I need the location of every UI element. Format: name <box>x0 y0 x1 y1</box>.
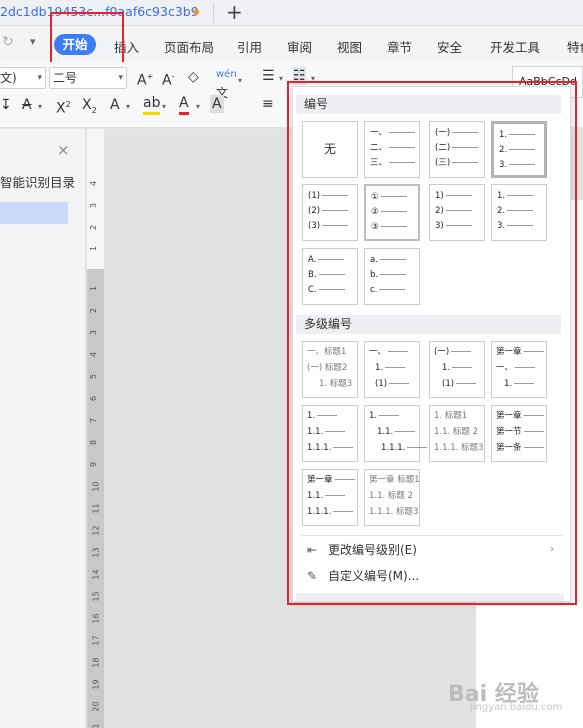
eraser-icon[interactable]: ◇ <box>188 68 199 86</box>
chevron-down-icon[interactable]: ▾ <box>38 102 42 111</box>
ruler-number: 4 <box>89 351 99 358</box>
ruler-number: 14 <box>91 569 101 580</box>
shrink-font-icon[interactable]: A- <box>162 68 174 90</box>
bullet-list-icon[interactable]: ☰ <box>262 67 275 85</box>
ruler-number: 6 <box>89 395 99 402</box>
highlight-color-icon[interactable]: ab <box>143 94 161 115</box>
bold-icon[interactable]: ↧ <box>0 96 12 114</box>
text-effect-icon[interactable]: A <box>110 96 120 114</box>
tab-page-layout[interactable]: 页面布局 <box>164 37 214 56</box>
tab-features[interactable]: 特色 <box>567 37 583 56</box>
ruler-number: 12 <box>91 525 101 536</box>
ruler-number: 15 <box>91 591 101 602</box>
ruler-number: 9 <box>89 461 99 468</box>
start-tab-highlight-box <box>50 12 124 64</box>
chevron-down-icon[interactable]: ▾ <box>279 74 283 83</box>
ruler-number: 10 <box>91 481 101 492</box>
vertical-ruler: 432112345678910111213141516171819202122 <box>87 129 104 728</box>
grow-font-icon[interactable]: A+ <box>137 68 153 90</box>
chevron-down-icon: ▾ <box>118 73 123 83</box>
font-name-value: 文) <box>0 71 17 85</box>
redo-icon[interactable]: ↻ <box>2 34 14 50</box>
chevron-down-icon: ▾ <box>37 73 42 83</box>
font-size-value: 二号 <box>53 71 78 85</box>
navigation-panel: × 智能识别目录 <box>0 129 86 728</box>
ruler-number: 19 <box>91 679 101 690</box>
ruler-number: 7 <box>89 417 99 424</box>
ruler-number: 11 <box>91 503 101 514</box>
unsaved-dot-icon <box>193 9 199 15</box>
selected-toc-item[interactable] <box>0 202 68 224</box>
chevron-down-icon[interactable]: ▾ <box>196 102 200 111</box>
tab-view[interactable]: 视图 <box>337 37 362 56</box>
ruler-number: 8 <box>89 439 99 446</box>
tab-security[interactable]: 安全 <box>437 37 462 56</box>
ruler-number: 13 <box>91 547 101 558</box>
char-shading-icon[interactable]: A <box>210 95 224 113</box>
chevron-down-icon[interactable]: ▾ <box>238 76 242 85</box>
ruler-number: 2 <box>89 224 99 231</box>
ruler-number: 2 <box>89 307 99 314</box>
align-left-icon[interactable]: ≡ <box>262 95 274 113</box>
dropdown-highlight-box <box>287 81 577 605</box>
ruler-number: 18 <box>91 657 101 668</box>
panel-title[interactable]: 智能识别目录 <box>0 172 75 191</box>
ruler-number: 3 <box>89 202 99 209</box>
ruler-number: 20 <box>91 701 101 712</box>
ruler-number: 16 <box>91 613 101 624</box>
close-icon[interactable]: × <box>57 141 70 159</box>
font-color-icon[interactable]: A <box>179 94 189 115</box>
baidu-watermark-sub: jingyan.baidu.com <box>470 702 563 713</box>
font-size-select[interactable]: 二号 ▾ <box>49 67 127 89</box>
font-name-select[interactable]: 文) ▾ <box>0 67 46 89</box>
subscript-icon[interactable]: X2 <box>82 96 97 120</box>
ruler-number: 3 <box>89 329 99 336</box>
chevron-down-icon[interactable]: ▾ <box>30 35 36 48</box>
tab-divider <box>213 3 214 23</box>
chevron-down-icon[interactable]: ▾ <box>126 102 130 111</box>
superscript-icon[interactable]: X2 <box>56 96 71 118</box>
ruler-number: 1 <box>89 245 99 252</box>
tab-section[interactable]: 章节 <box>387 37 412 56</box>
ruler-number: 21 <box>92 723 101 728</box>
ruler-number: 4 <box>89 180 99 187</box>
strikethrough-icon[interactable]: A <box>22 96 32 114</box>
ruler-number: 17 <box>91 635 101 646</box>
tab-references[interactable]: 引用 <box>237 37 262 56</box>
tab-developer[interactable]: 开发工具 <box>490 37 540 56</box>
ruler-number: 5 <box>89 373 99 380</box>
new-tab-button[interactable]: + <box>226 0 243 24</box>
chevron-down-icon[interactable]: ▾ <box>162 102 166 111</box>
tab-review[interactable]: 审阅 <box>287 37 312 56</box>
ruler-number: 1 <box>89 285 99 292</box>
